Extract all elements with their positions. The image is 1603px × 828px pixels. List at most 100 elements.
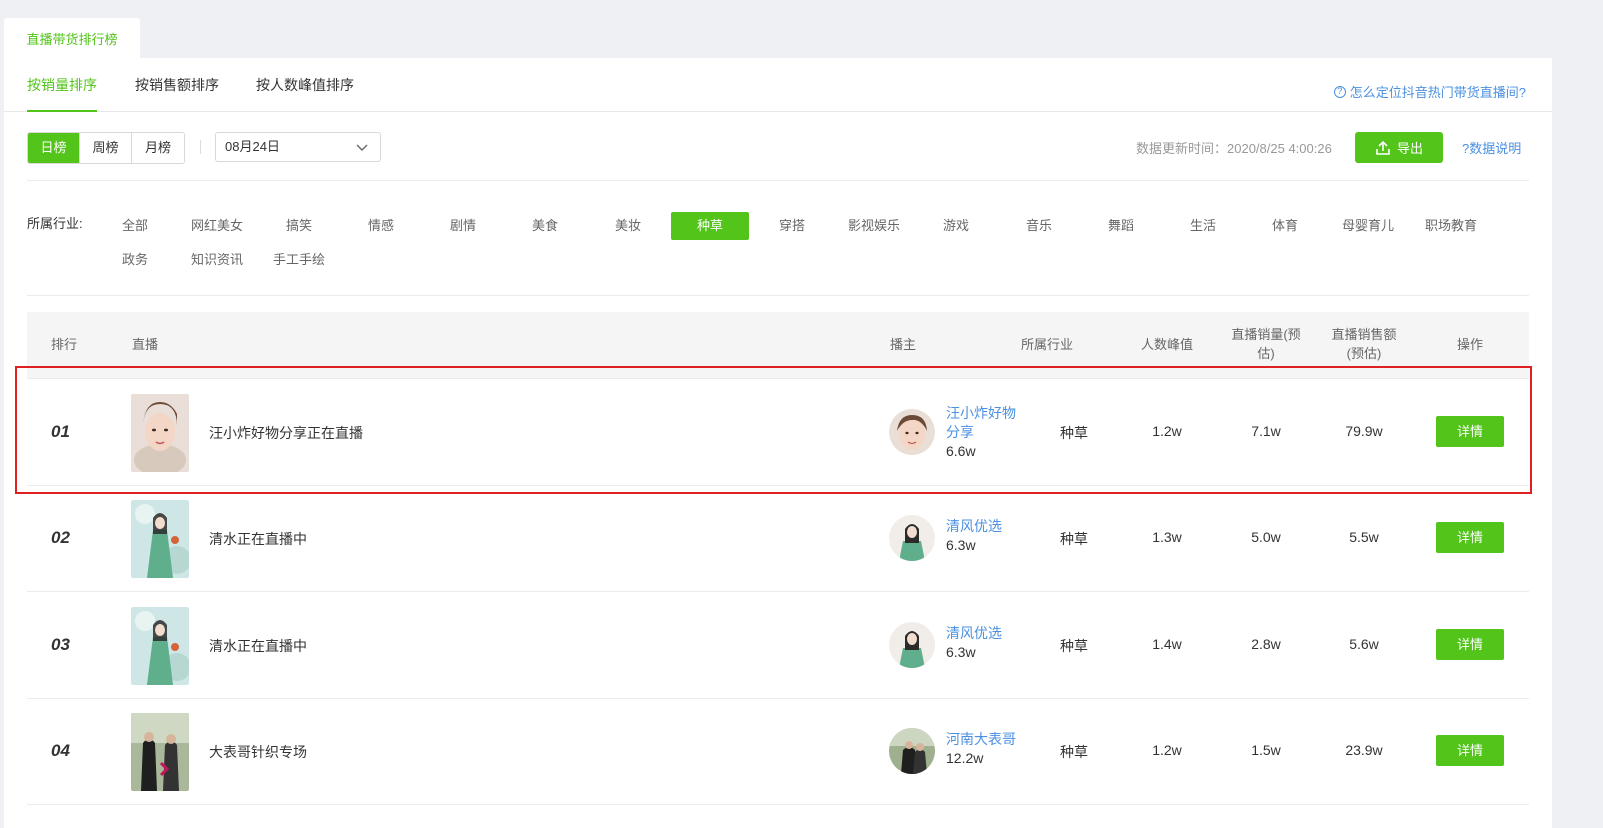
anchor-avatar[interactable] [889, 622, 935, 668]
period-day-button[interactable]: 日榜 [28, 133, 80, 163]
anchor-fans: 6.3w [946, 537, 976, 553]
period-month-button[interactable]: 月榜 [132, 133, 184, 163]
live-cover-image[interactable] [131, 394, 189, 472]
live-cover-image[interactable] [131, 500, 189, 578]
industry-filter-item[interactable]: 母婴育儿 [1329, 212, 1407, 240]
industry-filter-item[interactable]: 全部 [96, 212, 174, 240]
industry-filter-item[interactable]: 美食 [506, 212, 584, 240]
period-toggle: 日榜 周榜 月榜 [27, 132, 185, 164]
volume-cell: 5.0w [1251, 529, 1281, 545]
industry-filter-item[interactable]: 音乐 [1000, 212, 1078, 240]
anchor-name-link[interactable]: 河南大表哥 [946, 730, 1036, 749]
anchor-avatar[interactable] [889, 409, 935, 455]
tab-sort-by-amount[interactable]: 按销售额排序 [135, 58, 219, 112]
help-link[interactable]: ? 怎么定位抖音热门带货直播间? [1333, 82, 1526, 101]
industry-label: 所属行业: [27, 216, 83, 231]
upload-icon [1376, 140, 1390, 155]
header-amount-line2: (预估) [1346, 346, 1382, 361]
live-title[interactable]: 大表哥针织专场 [209, 742, 307, 762]
amount-cell: 79.9w [1345, 423, 1383, 439]
rank-number: 04 [51, 741, 70, 760]
export-button[interactable]: 导出 [1355, 132, 1443, 163]
volume-cell: 2.8w [1251, 636, 1281, 652]
header-rank: 排行 [50, 337, 77, 352]
industry-filter-item[interactable]: 手工手绘 [260, 246, 338, 274]
amount-cell: 5.5w [1349, 529, 1379, 545]
rank-number: 02 [51, 528, 70, 547]
table-row: 01 汪小炸好物分享正在直播 汪小炸好物 分享 6.6w 种草 1.2w 7.1… [27, 380, 1529, 486]
header-volume-line2: 估) [1257, 346, 1275, 361]
table-row: 04 大表哥针织专场 河南大表哥 12.2w 种草 1.2w 1.5w 23.9… [27, 699, 1529, 805]
live-cover-image[interactable] [131, 607, 189, 685]
header-peak: 人数峰值 [1140, 337, 1193, 352]
anchor-name-link[interactable]: 汪小炸好物 分享 [946, 404, 1026, 442]
industry-filter-item[interactable]: 知识资讯 [178, 246, 256, 274]
tab-sort-by-peak[interactable]: 按人数峰值排序 [256, 58, 354, 112]
industry-filter-item[interactable]: 情感 [342, 212, 420, 240]
rank-number: 01 [51, 422, 70, 441]
header-industry: 所属行业 [1020, 337, 1073, 352]
live-title[interactable]: 清水正在直播中 [209, 529, 307, 549]
industry-cell: 种草 [1060, 531, 1088, 547]
divider [27, 180, 1529, 181]
divider [27, 378, 1529, 379]
anchor-fans: 6.3w [946, 644, 976, 660]
date-select[interactable]: 08月24日 [215, 132, 381, 162]
header-live: 直播 [131, 337, 158, 352]
live-title[interactable]: 汪小炸好物分享正在直播 [209, 423, 363, 443]
anchor-fans: 12.2w [946, 750, 984, 766]
anchor-avatar[interactable] [889, 515, 935, 561]
peak-cell: 1.2w [1152, 423, 1182, 439]
rank-number: 03 [51, 635, 70, 654]
industry-filter-item[interactable]: 穿搭 [753, 212, 831, 240]
industry-filter-item[interactable]: 游戏 [917, 212, 995, 240]
amount-cell: 5.6w [1349, 636, 1379, 652]
anchor-avatar[interactable] [889, 728, 935, 774]
peak-cell: 1.4w [1152, 636, 1182, 652]
anchor-name-line2: 分享 [946, 424, 974, 440]
question-icon: ? [1333, 85, 1346, 98]
industry-filter-item[interactable]: 剧情 [424, 212, 502, 240]
industry-filter-item[interactable]: 影视娱乐 [835, 212, 913, 240]
data-note-link[interactable]: ?数据说明 [1462, 138, 1521, 157]
anchor-name-link[interactable]: 清风优选 [946, 517, 1026, 536]
industry-cell: 种草 [1060, 425, 1088, 441]
tab-sort-by-volume[interactable]: 按销量排序 [27, 58, 97, 112]
live-title[interactable]: 清水正在直播中 [209, 636, 307, 656]
live-cover-image[interactable] [131, 713, 189, 791]
industry-filter-item[interactable]: 舞蹈 [1082, 212, 1160, 240]
header-volume: 直播销量(预 估) [1223, 325, 1309, 363]
industry-filter-item[interactable]: 网红美女 [178, 212, 256, 240]
sort-tabs: 按销量排序 按销售额排序 按人数峰值排序 ? 怎么定位抖音热门带货直播间? [4, 58, 1552, 112]
industry-filter-item[interactable]: 职场教育 [1412, 212, 1490, 240]
industry-filter-item[interactable]: 搞笑 [260, 212, 338, 240]
header-amount-line1: 直播销售额 [1331, 327, 1397, 342]
detail-button[interactable]: 详情 [1436, 629, 1504, 660]
tab-live-sales-ranking[interactable]: 直播带货排行榜 [4, 18, 140, 58]
industry-cell: 种草 [1060, 744, 1088, 760]
table-row: 02 清水正在直播中 清风优选 6.3w 种草 1.3w 5.0w 5.5w 详… [27, 486, 1529, 592]
peak-cell: 1.3w [1152, 529, 1182, 545]
period-week-button[interactable]: 周榜 [80, 133, 132, 163]
header-amount: 直播销售额 (预估) [1321, 325, 1407, 363]
anchor-name-line1: 汪小炸好物 [946, 405, 1016, 421]
table-row: 03 清水正在直播中 清风优选 6.3w 种草 1.4w 2.8w 5.6w 详… [27, 593, 1529, 699]
amount-cell: 23.9w [1345, 742, 1383, 758]
industry-filter-item[interactable]: 种草 [671, 212, 749, 240]
detail-button[interactable]: 详情 [1436, 522, 1504, 553]
header-anchor: 播主 [889, 337, 916, 352]
industry-filter-item[interactable]: 生活 [1164, 212, 1242, 240]
detail-button[interactable]: 详情 [1436, 735, 1504, 766]
main-panel: 按销量排序 按销售额排序 按人数峰值排序 ? 怎么定位抖音热门带货直播间? 日榜… [4, 58, 1552, 828]
detail-button[interactable]: 详情 [1436, 416, 1504, 447]
table-header: 排行 直播 播主 所属行业 人数峰值 直播销量(预 估) 直播销售额 (预估) … [27, 312, 1529, 378]
chevron-down-icon [356, 144, 368, 151]
divider [27, 295, 1529, 296]
volume-cell: 7.1w [1251, 423, 1281, 439]
industry-filter-item[interactable]: 体育 [1246, 212, 1324, 240]
industry-filter-item[interactable]: 美妆 [589, 212, 667, 240]
industry-filter-item[interactable]: 政务 [96, 246, 174, 274]
peak-cell: 1.2w [1152, 742, 1182, 758]
industry-cell: 种草 [1060, 638, 1088, 654]
anchor-name-link[interactable]: 清风优选 [946, 624, 1026, 643]
